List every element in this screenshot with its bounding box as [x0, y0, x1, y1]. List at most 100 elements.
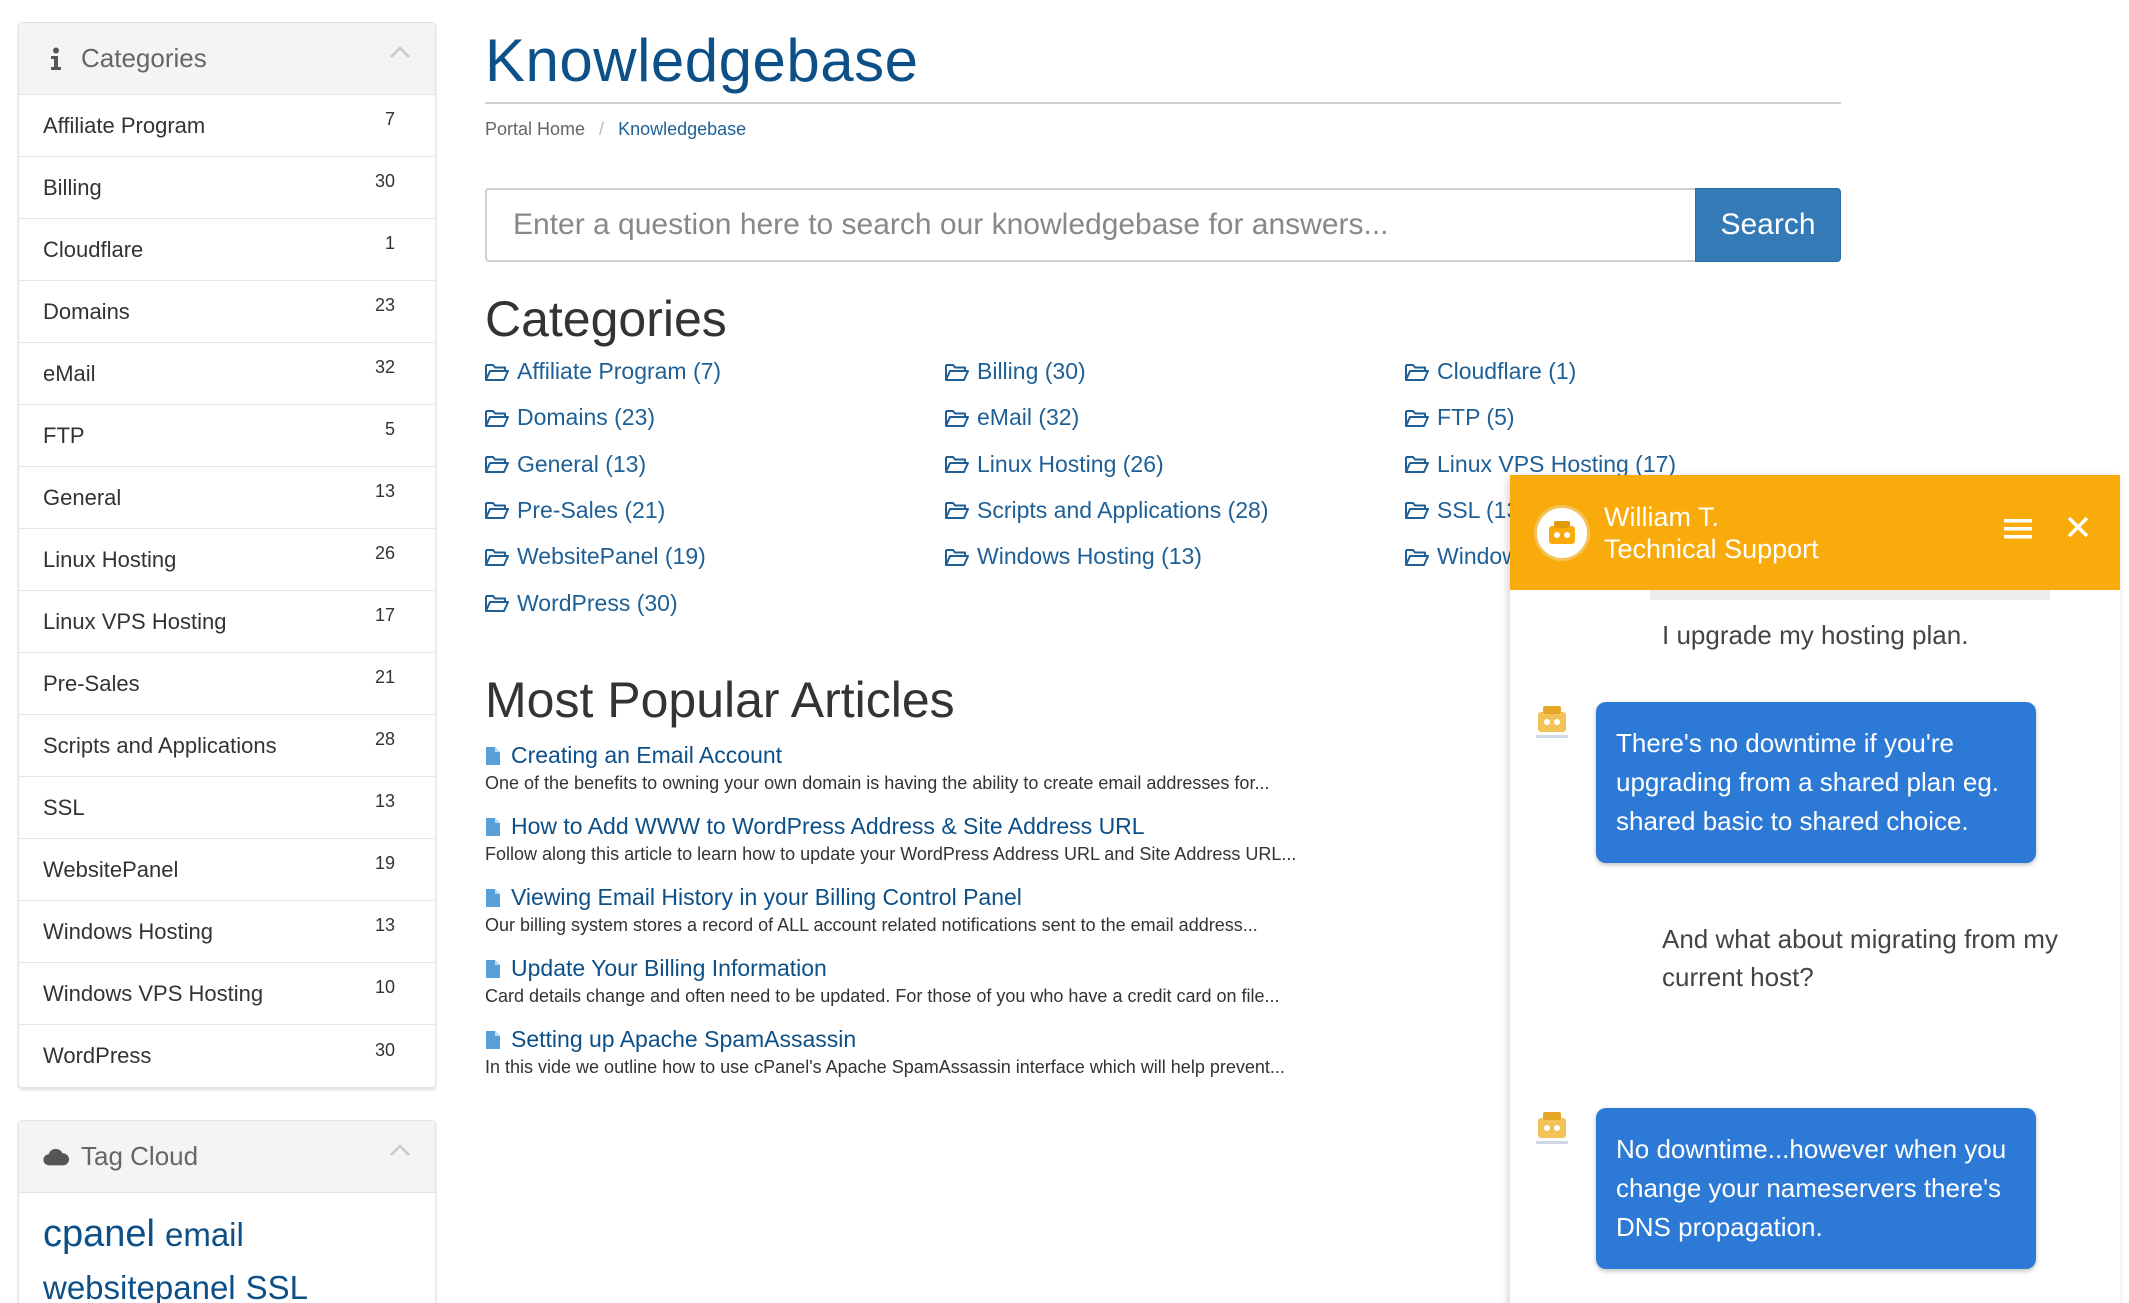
sidebar-category-item[interactable]: Windows VPS Hosting 10 [19, 963, 435, 1025]
category-link-label: FTP (5) [1437, 404, 1515, 431]
agent-name: William T. [1604, 501, 1720, 532]
category-link[interactable]: Windows Hosting (13) [945, 543, 1202, 570]
folder-open-icon [1405, 454, 1429, 474]
category-link[interactable]: General (13) [485, 451, 646, 478]
sidebar-category-list: Affiliate Program 7 Billing 30 Cloudflare 1 Do… [19, 95, 435, 1087]
sidebar-category-name: WebsitePanel [43, 856, 179, 882]
category-link[interactable]: Scripts and Applications (28) [945, 497, 1269, 524]
article-title-link[interactable]: How to Add WWW to WordPress Address & Si… [511, 813, 1145, 840]
sidebar-category-name: Linux VPS Hosting [43, 608, 227, 634]
folder-open-icon [1405, 547, 1429, 567]
article-title-link[interactable]: Viewing Email History in your Billing Co… [511, 884, 1022, 911]
sidebar-category-item[interactable]: Affiliate Program 7 [19, 95, 435, 157]
sidebar-category-item[interactable]: Linux Hosting 26 [19, 529, 435, 591]
sidebar-category-count: 13 [374, 915, 395, 935]
agent-message-avatar [1530, 1108, 1576, 1148]
knowledgebase-search: Search [485, 188, 1841, 262]
hamburger-icon[interactable] [2004, 518, 2032, 545]
sidebar-category-count: 10 [374, 977, 395, 997]
tag-link[interactable]: websitepanel [43, 1265, 236, 1303]
chevron-up-icon[interactable] [389, 1143, 411, 1162]
category-link[interactable]: SSL (13) [1405, 497, 1527, 524]
live-chat-widget: William T. Technical Support I upgrade m… [1510, 475, 2120, 1303]
agent-role: Technical Support [1604, 533, 1819, 564]
sidebar-category-name: Windows VPS Hosting [43, 980, 264, 1006]
category-link-label: eMail (32) [977, 404, 1080, 431]
sidebar-category-item[interactable]: WebsitePanel 19 [19, 839, 435, 901]
sidebar-category-item[interactable]: General 13 [19, 467, 435, 529]
breadcrumb-home-link[interactable]: Portal Home [485, 119, 585, 140]
category-link[interactable]: WebsitePanel (19) [485, 543, 706, 570]
search-button[interactable]: Search [1695, 188, 1841, 262]
categories-panel: Categories Affiliate Program 7 Billing 30 Cl… [18, 22, 436, 1088]
category-link[interactable]: WordPress (30) [485, 590, 678, 617]
sidebar-category-item[interactable]: eMail 32 [19, 343, 435, 405]
sidebar-category-count: 26 [374, 543, 395, 563]
search-input[interactable] [485, 188, 1695, 262]
folder-open-icon [1405, 500, 1429, 520]
sidebar-category-count: 1 [384, 233, 395, 253]
popular-articles-list: Creating an Email Account One of the bene… [485, 742, 1485, 1097]
category-link[interactable]: Pre-Sales (21) [485, 497, 665, 524]
category-link-label: Affiliate Program (7) [517, 358, 722, 384]
sidebar-category-name: Scripts and Applications [43, 732, 277, 758]
sidebar-category-name: General [43, 484, 122, 510]
sidebar-category-item[interactable]: Scripts and Applications 28 [19, 715, 435, 777]
tag-link[interactable]: SSL [246, 1265, 308, 1303]
knowledgebase-page: Categories Affiliate Program 7 Billing 30 Cl… [0, 0, 2129, 1303]
sidebar-category-item[interactable]: Domains 23 [19, 281, 435, 343]
sidebar-category-item[interactable]: Windows Hosting 13 [19, 901, 435, 963]
chat-messages: I upgrade my hosting plan. There's no do… [1510, 590, 2120, 1303]
sidebar-category-name: Pre-Sales [43, 670, 140, 696]
sidebar-category-item[interactable]: Linux VPS Hosting 17 [19, 591, 435, 653]
sidebar-category-item[interactable]: Pre-Sales 21 [19, 653, 435, 715]
sidebar-category-count: 19 [374, 853, 395, 873]
sidebar-category-item[interactable]: Billing 30 [19, 157, 435, 219]
sidebar-category-item[interactable]: Cloudflare 1 [19, 219, 435, 281]
tag-cloud-panel-header[interactable]: Tag Cloud [19, 1121, 435, 1193]
category-link[interactable]: Billing (30) [945, 358, 1086, 385]
sidebar-category-item[interactable]: SSL 13 [19, 777, 435, 839]
category-link-label: WordPress (30) [517, 589, 678, 616]
article-title-link[interactable]: Setting up Apache SpamAssassin [511, 1026, 856, 1053]
category-link[interactable]: Linux VPS Hosting (17) [1405, 451, 1676, 478]
document-icon [485, 888, 501, 908]
tag-cloud-panel: Tag Cloud cpanel email websitepanel SSL [18, 1120, 436, 1303]
category-link[interactable]: Affiliate Program (7) [485, 358, 721, 385]
categories-panel-header[interactable]: Categories [19, 23, 435, 95]
sidebar-category-item[interactable]: FTP 5 [19, 405, 435, 467]
category-link[interactable]: FTP (5) [1405, 404, 1515, 431]
folder-open-icon [945, 408, 969, 428]
category-link[interactable]: Linux Hosting (26) [945, 451, 1164, 478]
sidebar-category-name: Billing [43, 174, 102, 200]
sidebar-category-item[interactable]: WordPress 30 [19, 1025, 435, 1087]
article-title-link[interactable]: Update Your Billing Information [511, 955, 827, 982]
category-link[interactable]: eMail (32) [945, 404, 1079, 431]
category-link[interactable]: Cloudflare (1) [1405, 358, 1576, 385]
sidebar-category-count: 30 [374, 171, 395, 191]
breadcrumb-current[interactable]: Knowledgebase [618, 119, 746, 140]
article-description: Follow along this article to learn how t… [485, 844, 1297, 864]
category-link[interactable]: Domains (23) [485, 404, 655, 431]
breadcrumb-separator: / [599, 119, 605, 139]
tag-link[interactable]: cpanel [43, 1211, 155, 1257]
folder-open-icon [485, 454, 509, 474]
folder-open-icon [485, 408, 509, 428]
user-message: And what about migrating from my current… [1662, 924, 2058, 992]
close-icon[interactable] [2066, 515, 2090, 544]
chat-header: William T. Technical Support [1510, 475, 2120, 590]
folder-open-icon [945, 547, 969, 567]
tag-cloud: cpanel email websitepanel SSL [19, 1193, 435, 1303]
category-link-label: Pre-Sales (21) [517, 496, 666, 523]
breadcrumb: Portal Home / Knowledgebase [485, 119, 746, 140]
categories-heading: Categories [485, 291, 727, 347]
title-divider [485, 102, 1841, 104]
sidebar-category-name: SSL [43, 794, 85, 820]
categories-panel-title: Categories [81, 43, 207, 73]
sidebar-category-name: Cloudflare [43, 236, 144, 262]
tag-link[interactable]: email [165, 1212, 244, 1258]
article-title-link[interactable]: Creating an Email Account [511, 742, 782, 769]
document-icon [485, 1030, 501, 1050]
chevron-up-icon[interactable] [389, 45, 411, 64]
sidebar-category-name: Affiliate Program [43, 112, 206, 138]
